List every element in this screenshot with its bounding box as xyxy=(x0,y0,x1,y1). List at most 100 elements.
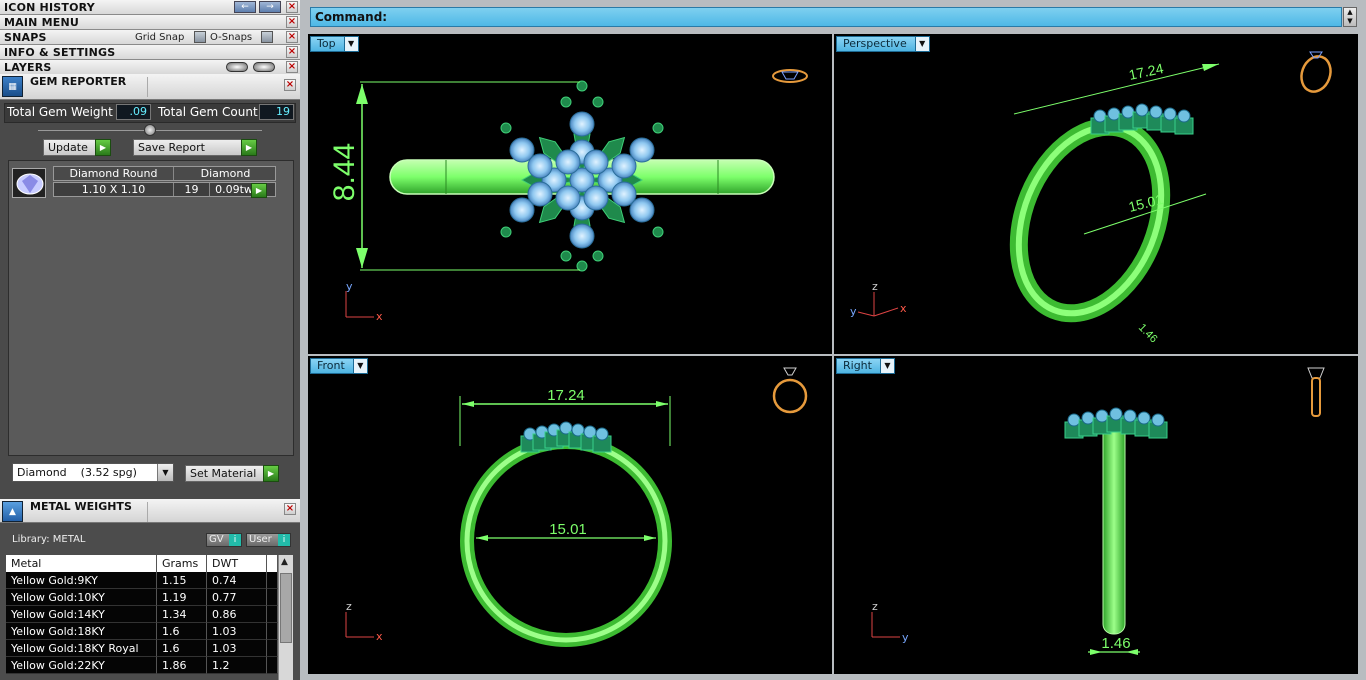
chevron-down-icon[interactable]: ▼ xyxy=(1347,17,1352,25)
slider-handle[interactable] xyxy=(144,124,156,136)
axis-triad: z x y xyxy=(850,280,907,318)
gem xyxy=(555,149,581,175)
viewport-right-label: Right xyxy=(843,359,872,372)
axis-x-label: x xyxy=(376,630,383,643)
metal-name: Yellow Gold:10KY xyxy=(6,589,157,606)
gem xyxy=(1177,109,1191,123)
snaps-bar[interactable]: SNAPS Grid Snap O-Snaps × xyxy=(0,30,300,45)
dwt-value: 1.03 xyxy=(207,623,267,640)
command-label: Command: xyxy=(315,10,388,24)
gv-button[interactable]: GV i xyxy=(206,533,242,547)
grams-value: 1.19 xyxy=(157,589,207,606)
metal-table-scrollbar[interactable]: ▲ xyxy=(278,555,293,680)
grid-snap-toggle[interactable] xyxy=(194,31,206,43)
set-material-button[interactable]: Set Material ▶ xyxy=(185,465,279,482)
viewport-front[interactable]: 17.24 15.01 z x Front ▼ xyxy=(308,356,832,674)
gem xyxy=(1109,407,1123,421)
metal-name: Yellow Gold:22KY xyxy=(6,657,157,674)
close-icon[interactable]: × xyxy=(286,1,298,13)
viewport-right-tab[interactable]: Right ▼ xyxy=(836,358,895,374)
metal-weights-title: METAL WEIGHTS xyxy=(30,500,132,513)
viewport-front-tab[interactable]: Front ▼ xyxy=(310,358,368,374)
table-row[interactable]: Yellow Gold:18KY 1.6 1.03 xyxy=(6,623,278,640)
dwt-column-header: DWT xyxy=(207,555,267,572)
material-select[interactable]: Diamond (3.52 spg) ▼ xyxy=(12,463,174,482)
grid-snap-label: Grid Snap xyxy=(135,32,185,43)
update-button[interactable]: Update ▶ xyxy=(43,139,111,156)
top-view-drawing: 8.44 y x xyxy=(328,69,808,323)
main-menu-bar[interactable]: MAIN MENU × xyxy=(0,15,300,30)
table-row[interactable]: Yellow Gold:22KY 1.86 1.2 xyxy=(6,657,278,674)
dwt-value: 0.77 xyxy=(207,589,267,606)
close-icon[interactable]: × xyxy=(286,31,298,43)
chevron-down-icon[interactable]: ▼ xyxy=(157,464,173,481)
info-settings-bar[interactable]: INFO & SETTINGS × xyxy=(0,45,300,60)
command-spinner[interactable]: ▲ ▼ xyxy=(1343,7,1357,27)
top-view-ring-icon xyxy=(772,69,808,83)
chevron-down-icon[interactable]: ▼ xyxy=(352,359,367,373)
viewport-top[interactable]: 8.44 y x Top ▼ xyxy=(308,34,832,354)
metal-name: Yellow Gold:14KY xyxy=(6,606,157,623)
close-icon[interactable]: × xyxy=(286,46,298,58)
gem xyxy=(1107,107,1121,121)
gem xyxy=(1137,411,1151,425)
table-row[interactable]: Yellow Gold:10KY 1.19 0.77 xyxy=(6,589,278,606)
command-bar[interactable]: Command: xyxy=(310,7,1342,27)
persp-dim-c-label: 1.46 xyxy=(1136,322,1160,346)
save-report-button[interactable]: Save Report ▶ xyxy=(133,139,257,156)
blank-column xyxy=(267,555,278,572)
total-gem-count-value: 19 xyxy=(259,104,294,120)
axis-z-label: z xyxy=(872,280,878,293)
divider xyxy=(147,77,148,97)
gem-table-header: Diamond Round Diamond xyxy=(53,166,276,181)
close-icon[interactable]: × xyxy=(286,16,298,28)
gem xyxy=(569,111,595,137)
eye-icon[interactable] xyxy=(253,62,275,72)
forward-arrow-icon[interactable]: → xyxy=(259,1,281,13)
update-label: Update xyxy=(48,141,88,154)
viewport-front-label: Front xyxy=(317,359,345,372)
close-icon[interactable]: × xyxy=(284,79,296,91)
user-button[interactable]: User i xyxy=(246,533,291,547)
viewport-perspective-tab[interactable]: Perspective ▼ xyxy=(836,36,930,52)
play-arrow-icon[interactable]: ▶ xyxy=(251,183,267,198)
metal-table-rows: Yellow Gold:9KY 1.15 0.74 Yellow Gold:10KY 1… xyxy=(6,572,278,674)
play-arrow-icon: ▶ xyxy=(263,465,279,482)
metal-weights-header: ▲ METAL WEIGHTS × xyxy=(0,499,300,523)
gem-reporter-header: ▦ GEM REPORTER × xyxy=(0,74,300,100)
table-row[interactable]: Yellow Gold:14KY 1.34 0.86 xyxy=(6,606,278,623)
chevron-down-icon[interactable]: ▼ xyxy=(879,359,894,373)
o-snaps-toggle[interactable] xyxy=(261,31,273,43)
close-icon[interactable]: × xyxy=(286,61,298,73)
gem xyxy=(569,223,595,249)
matrix-window: ICON HISTORY ← → × MAIN MENU × SNAPS Gri… xyxy=(0,0,1366,680)
prong xyxy=(500,122,512,134)
icon-history-bar[interactable]: ICON HISTORY ← → × xyxy=(0,0,300,15)
icon-history-title: ICON HISTORY xyxy=(4,1,95,14)
viewport-perspective[interactable]: 17.24 15.01 1.46 z x y Perspective ▼ xyxy=(834,34,1358,354)
grams-value: 1.34 xyxy=(157,606,207,623)
gem-count: 19 xyxy=(174,183,210,196)
scrollbar-thumb[interactable] xyxy=(280,573,292,643)
back-arrow-icon[interactable]: ← xyxy=(234,1,256,13)
viewport-right[interactable]: 1.46 z y Right ▼ xyxy=(834,356,1358,674)
grams-value: 1.6 xyxy=(157,623,207,640)
table-row[interactable]: Yellow Gold:18KY Royal 1.6 1.03 xyxy=(6,640,278,657)
snaps-title: SNAPS xyxy=(4,31,47,44)
metal-name: Yellow Gold:18KY Royal xyxy=(6,640,157,657)
metal-weights-table: Metal Grams DWT Yellow Gold:9KY 1.15 0.74 Y… xyxy=(6,555,278,674)
blank-cell xyxy=(267,640,278,657)
viewport-top-tab[interactable]: Top ▼ xyxy=(310,36,359,52)
o-snaps-label: O-Snaps xyxy=(210,32,253,43)
layers-bar[interactable]: LAYERS × xyxy=(0,60,300,75)
chevron-up-icon[interactable]: ▲ xyxy=(1347,8,1352,16)
gem-table-row[interactable]: 1.10 X 1.10 19 0.09tw xyxy=(53,182,276,197)
chevron-down-icon[interactable]: ▼ xyxy=(914,37,929,51)
material-select-value: Diamond (3.52 spg) xyxy=(17,466,137,479)
chevron-up-icon[interactable]: ▲ xyxy=(281,557,288,567)
layer-visibility-icon[interactable] xyxy=(226,62,248,72)
close-icon[interactable]: × xyxy=(284,503,296,515)
table-row[interactable]: Yellow Gold:9KY 1.15 0.74 xyxy=(6,572,278,589)
prong xyxy=(500,226,512,238)
chevron-down-icon[interactable]: ▼ xyxy=(343,37,358,51)
